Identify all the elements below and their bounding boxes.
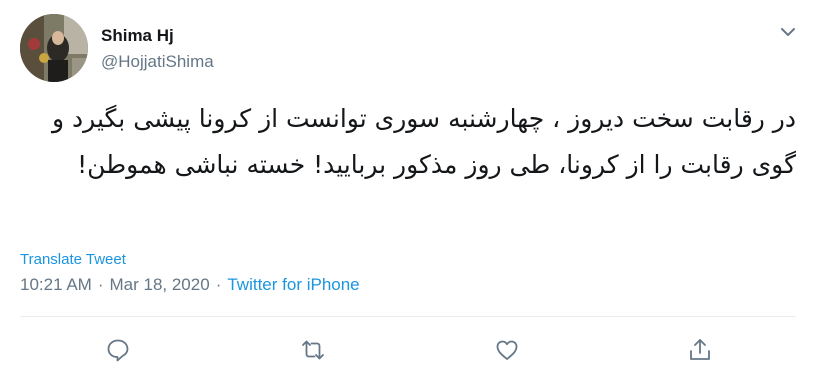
share-icon[interactable] bbox=[686, 336, 714, 364]
chevron-down-icon[interactable] bbox=[774, 18, 802, 46]
tweet-text: در رقابت سخت دیروز ، چهارشنبه سوری توانس… bbox=[52, 104, 796, 179]
author-name[interactable]: Shima Hj bbox=[101, 26, 174, 46]
like-icon[interactable] bbox=[493, 336, 521, 364]
meta-separator: · bbox=[215, 275, 222, 294]
tweet-source-link[interactable]: Twitter for iPhone bbox=[227, 275, 359, 294]
author-handle[interactable]: @HojjatiShima bbox=[101, 52, 214, 72]
retweet-icon[interactable] bbox=[299, 336, 327, 364]
tweet-time[interactable]: 10:21 AM bbox=[20, 275, 92, 294]
tweet-card: Shima Hj @HojjatiShima در رقابت سخت دیرو… bbox=[0, 0, 816, 383]
reply-icon[interactable] bbox=[104, 336, 132, 364]
translate-tweet-link[interactable]: Translate Tweet bbox=[20, 251, 126, 268]
meta-separator: · bbox=[97, 275, 104, 294]
divider bbox=[20, 316, 796, 317]
tweet-date[interactable]: Mar 18, 2020 bbox=[110, 275, 210, 294]
tweet-meta: 10:21 AM · Mar 18, 2020 · Twitter for iPhone bbox=[20, 275, 360, 295]
avatar[interactable] bbox=[20, 14, 88, 82]
